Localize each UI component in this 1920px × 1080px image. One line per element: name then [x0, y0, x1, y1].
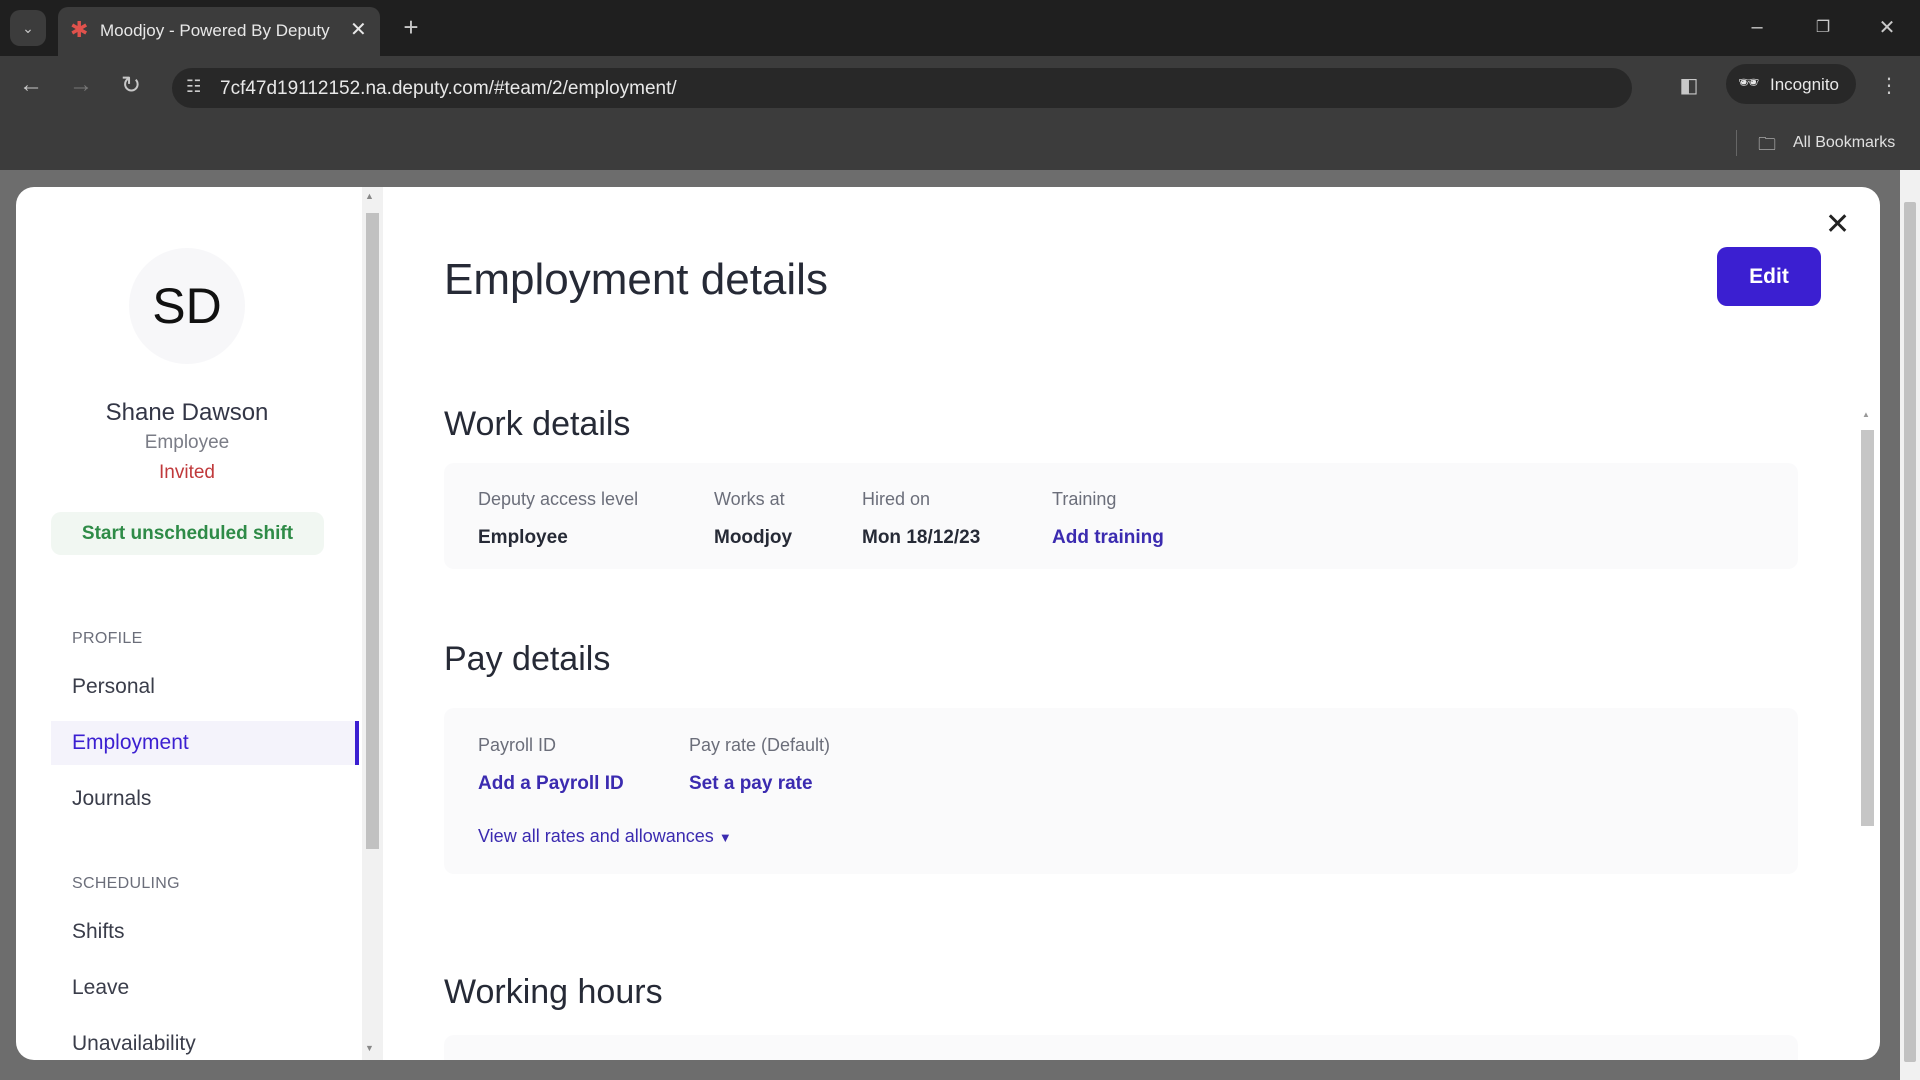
view-all-rates-link[interactable]: View all rates and allowances ▼ [478, 826, 732, 847]
hired-on-label: Hired on [862, 489, 931, 509]
works-at-label: Works at [714, 489, 785, 509]
employee-modal: SD Shane Dawson Employee Invited Start u… [16, 187, 1880, 1060]
sidebar-scrollbar-thumb[interactable] [366, 213, 379, 849]
page-scrollbar-thumb[interactable] [1904, 202, 1916, 1062]
content-scrollbar-thumb[interactable] [1861, 430, 1874, 826]
sidebar-item-journals[interactable]: Journals [72, 787, 151, 811]
sidebar-item-shifts[interactable]: Shifts [72, 920, 125, 944]
pay-rate-label: Pay rate (Default) [689, 735, 831, 755]
pay-details-card [444, 708, 1798, 874]
set-pay-rate-link[interactable]: Set a pay rate [689, 773, 813, 795]
menu-icon[interactable]: ⋮ [1874, 68, 1904, 102]
browser-tab[interactable]: ✱ Moodjoy - Powered By Deputy ✕ [58, 7, 380, 56]
reload-icon[interactable]: ↻ [114, 68, 148, 102]
url-text: 7cf47d19112152.na.deputy.com/#team/2/emp… [220, 78, 677, 99]
sidebar-item-employment[interactable]: Employment [51, 721, 359, 765]
content-scrollbar[interactable]: ▲ [1859, 410, 1876, 1060]
view-all-rates-label: View all rates and allowances [478, 826, 714, 846]
sidebar-item-leave[interactable]: Leave [72, 976, 129, 1000]
new-tab-icon[interactable]: + [396, 12, 426, 42]
back-icon[interactable]: ← [14, 68, 48, 102]
hired-on-value: Mon 18/12/23 [862, 527, 981, 548]
pay-details-heading: Pay details [444, 640, 611, 678]
access-level-value: Employee [478, 527, 568, 548]
side-panel-icon[interactable]: ◧ [1672, 68, 1706, 102]
chevron-down-icon: ▼ [718, 830, 732, 845]
sidebar-item-personal[interactable]: Personal [72, 675, 155, 699]
work-details-heading: Work details [444, 405, 631, 443]
start-unscheduled-shift-button[interactable]: Start unscheduled shift [51, 512, 324, 555]
close-window-icon[interactable]: ✕ [1872, 12, 1902, 42]
address-bar[interactable]: ☷ 7cf47d19112152.na.deputy.com/#team/2/e… [172, 68, 1632, 108]
profile-heading: PROFILE [72, 630, 143, 647]
page-title: Employment details [444, 255, 828, 304]
tab-title: Moodjoy - Powered By Deputy [100, 21, 330, 40]
forward-icon[interactable]: → [64, 68, 98, 102]
tab-search-chevron-icon[interactable]: ⌄ [10, 10, 46, 46]
sidebar-item-label: Employment [72, 731, 189, 754]
avatar: SD [129, 248, 245, 364]
work-details-card [444, 463, 1798, 569]
sidebar-item-unavailability[interactable]: Unavailability [72, 1032, 196, 1056]
incognito-label: Incognito [1770, 75, 1839, 94]
payroll-id-label: Payroll ID [478, 735, 557, 755]
content-scroll-up-icon[interactable]: ▲ [1862, 410, 1870, 419]
sidebar-scrollbar[interactable]: ▲ ▼ [362, 187, 383, 1060]
scroll-up-icon[interactable]: ▲ [365, 191, 374, 201]
training-label: Training [1052, 489, 1117, 509]
bookmarks-bar: 🗀 All Bookmarks [0, 120, 1920, 170]
divider [1736, 130, 1737, 156]
incognito-icon: 🕶 [1738, 73, 1760, 92]
access-level-label: Deputy access level [478, 489, 639, 509]
close-icon[interactable]: ✕ [1825, 207, 1850, 242]
profile-sidebar: SD Shane Dawson Employee Invited Start u… [16, 187, 383, 1060]
employee-role: Employee [144, 432, 230, 453]
restore-icon[interactable]: ❐ [1808, 12, 1838, 42]
status-badge: Invited [159, 462, 215, 483]
working-hours-card [444, 1035, 1798, 1060]
close-tab-icon[interactable]: ✕ [350, 17, 367, 42]
incognito-badge[interactable]: 🕶 Incognito [1726, 64, 1856, 104]
folder-icon: 🗀 [1758, 134, 1776, 154]
works-at-value: Moodjoy [714, 527, 793, 548]
employee-name: Shane Dawson [105, 399, 269, 426]
add-payroll-id-link[interactable]: Add a Payroll ID [478, 773, 624, 795]
edit-button[interactable]: Edit [1717, 247, 1821, 306]
scheduling-heading: SCHEDULING [72, 875, 180, 892]
scroll-down-icon[interactable]: ▼ [365, 1043, 374, 1053]
site-settings-icon[interactable]: ☷ [186, 77, 201, 97]
minimize-icon[interactable]: – [1742, 12, 1772, 42]
all-bookmarks[interactable]: All Bookmarks [1793, 134, 1895, 152]
browser-tab-bar: ⌄ ✱ Moodjoy - Powered By Deputy ✕ + – ❐ … [0, 0, 1920, 56]
add-training-link[interactable]: Add training [1052, 527, 1164, 549]
deputy-logo-icon: ✱ [70, 17, 89, 42]
page-scrollbar[interactable] [1900, 170, 1920, 1080]
active-indicator [355, 721, 359, 765]
working-hours-heading: Working hours [444, 973, 663, 1011]
